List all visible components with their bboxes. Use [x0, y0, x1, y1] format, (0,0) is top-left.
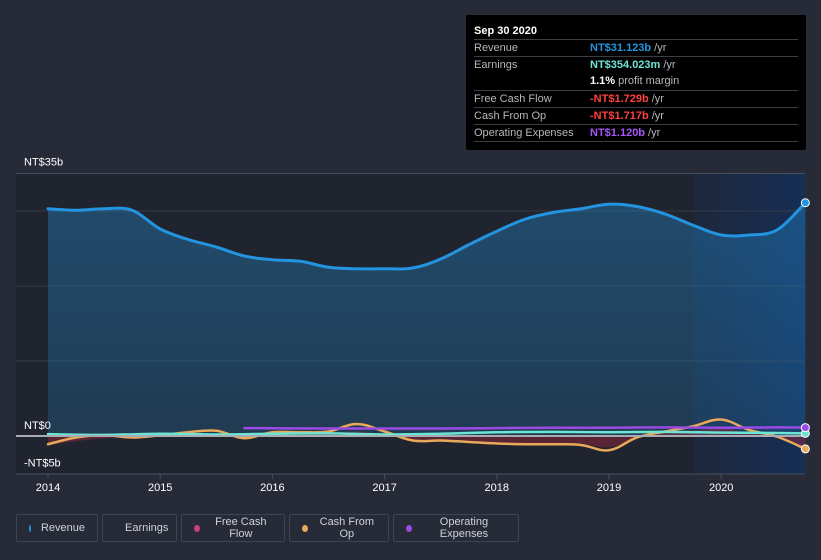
tooltip-unit: /yr [663, 59, 676, 71]
operating-expenses-end-marker [800, 423, 810, 433]
free-cash-flow-dot-icon [194, 524, 200, 532]
legend-label: Operating Expenses [439, 516, 489, 540]
operating-expenses-dot-icon [406, 524, 412, 532]
legend-earnings-toggle[interactable]: Earnings [102, 514, 177, 542]
chart-legend: Revenue Earnings Free Cash Flow Cash Fro… [16, 514, 519, 542]
tooltip-unit: /yr [648, 127, 661, 139]
y-tick-label: -NT$5b [24, 458, 61, 470]
tooltip-row-operating-expenses: Operating Expenses NT$1.120b/yr [474, 125, 798, 142]
x-tick-label: 2020 [709, 482, 733, 494]
tooltip-value: NT$31.123b [590, 42, 652, 54]
tooltip-label: Operating Expenses [474, 127, 574, 139]
tooltip-value: -NT$1.729b [590, 93, 649, 105]
legend-operating-expenses-toggle[interactable]: Operating Expenses [393, 514, 519, 542]
tooltip-row-cash-from-op: Cash From Op -NT$1.717b/yr [474, 108, 798, 125]
legend-label: Free Cash Flow [215, 516, 267, 540]
legend-revenue-toggle[interactable]: Revenue [16, 514, 98, 542]
tooltip-value: NT$354.023m [590, 59, 661, 71]
tooltip-date: Sep 30 2020 [474, 23, 798, 40]
tooltip-unit: /yr [651, 93, 664, 105]
y-tick-label: NT$35b [24, 157, 63, 169]
x-axis-labels: 2014 2015 2016 2017 2018 2019 2020 [36, 474, 733, 494]
tooltip-label: Revenue [474, 42, 519, 54]
tooltip-unit: /yr [654, 42, 667, 54]
tooltip-label: Earnings [474, 59, 518, 71]
profit-margin-text: profit margin [618, 75, 680, 87]
x-tick-label: 2015 [148, 482, 172, 494]
operating-expenses-line [243, 426, 807, 430]
revenue-dot-icon [29, 524, 31, 532]
legend-label: Cash From Op [319, 516, 375, 540]
legend-label: Revenue [40, 522, 85, 534]
tooltip-row-revenue: Revenue NT$31.123b/yr [474, 40, 798, 57]
revenue-end-marker [800, 198, 810, 208]
tooltip-unit: /yr [651, 110, 664, 122]
legend-cash-from-op-toggle[interactable]: Cash From Op [289, 514, 389, 542]
tooltip-row-free-cash-flow: Free Cash Flow -NT$1.729b/yr [474, 91, 798, 108]
tooltip-label: Free Cash Flow [474, 93, 552, 105]
cash-from-op-dot-icon [302, 524, 308, 532]
x-tick-label: 2016 [260, 482, 284, 494]
tooltip-row-earnings: Earnings NT$354.023m/yr 1.1% profit margi… [474, 57, 798, 91]
legend-label: Earnings [125, 522, 169, 534]
x-tick-label: 2019 [597, 482, 621, 494]
profit-margin-value: 1.1% [590, 75, 616, 87]
tooltip-panel: Sep 30 2020 Revenue NT$31.123b/yr Earnin… [466, 15, 806, 150]
cash-from-op-end-marker [800, 444, 810, 454]
y-tick-label: NT$0 [24, 420, 51, 432]
x-tick-label: 2018 [485, 482, 509, 494]
tooltip-label: Cash From Op [474, 110, 547, 122]
tooltip-value: -NT$1.717b [590, 110, 649, 122]
tooltip-value: NT$1.120b [590, 127, 646, 139]
x-tick-label: 2014 [36, 482, 60, 494]
x-tick-label: 2017 [372, 482, 396, 494]
legend-free-cash-flow-toggle[interactable]: Free Cash Flow [181, 514, 285, 542]
